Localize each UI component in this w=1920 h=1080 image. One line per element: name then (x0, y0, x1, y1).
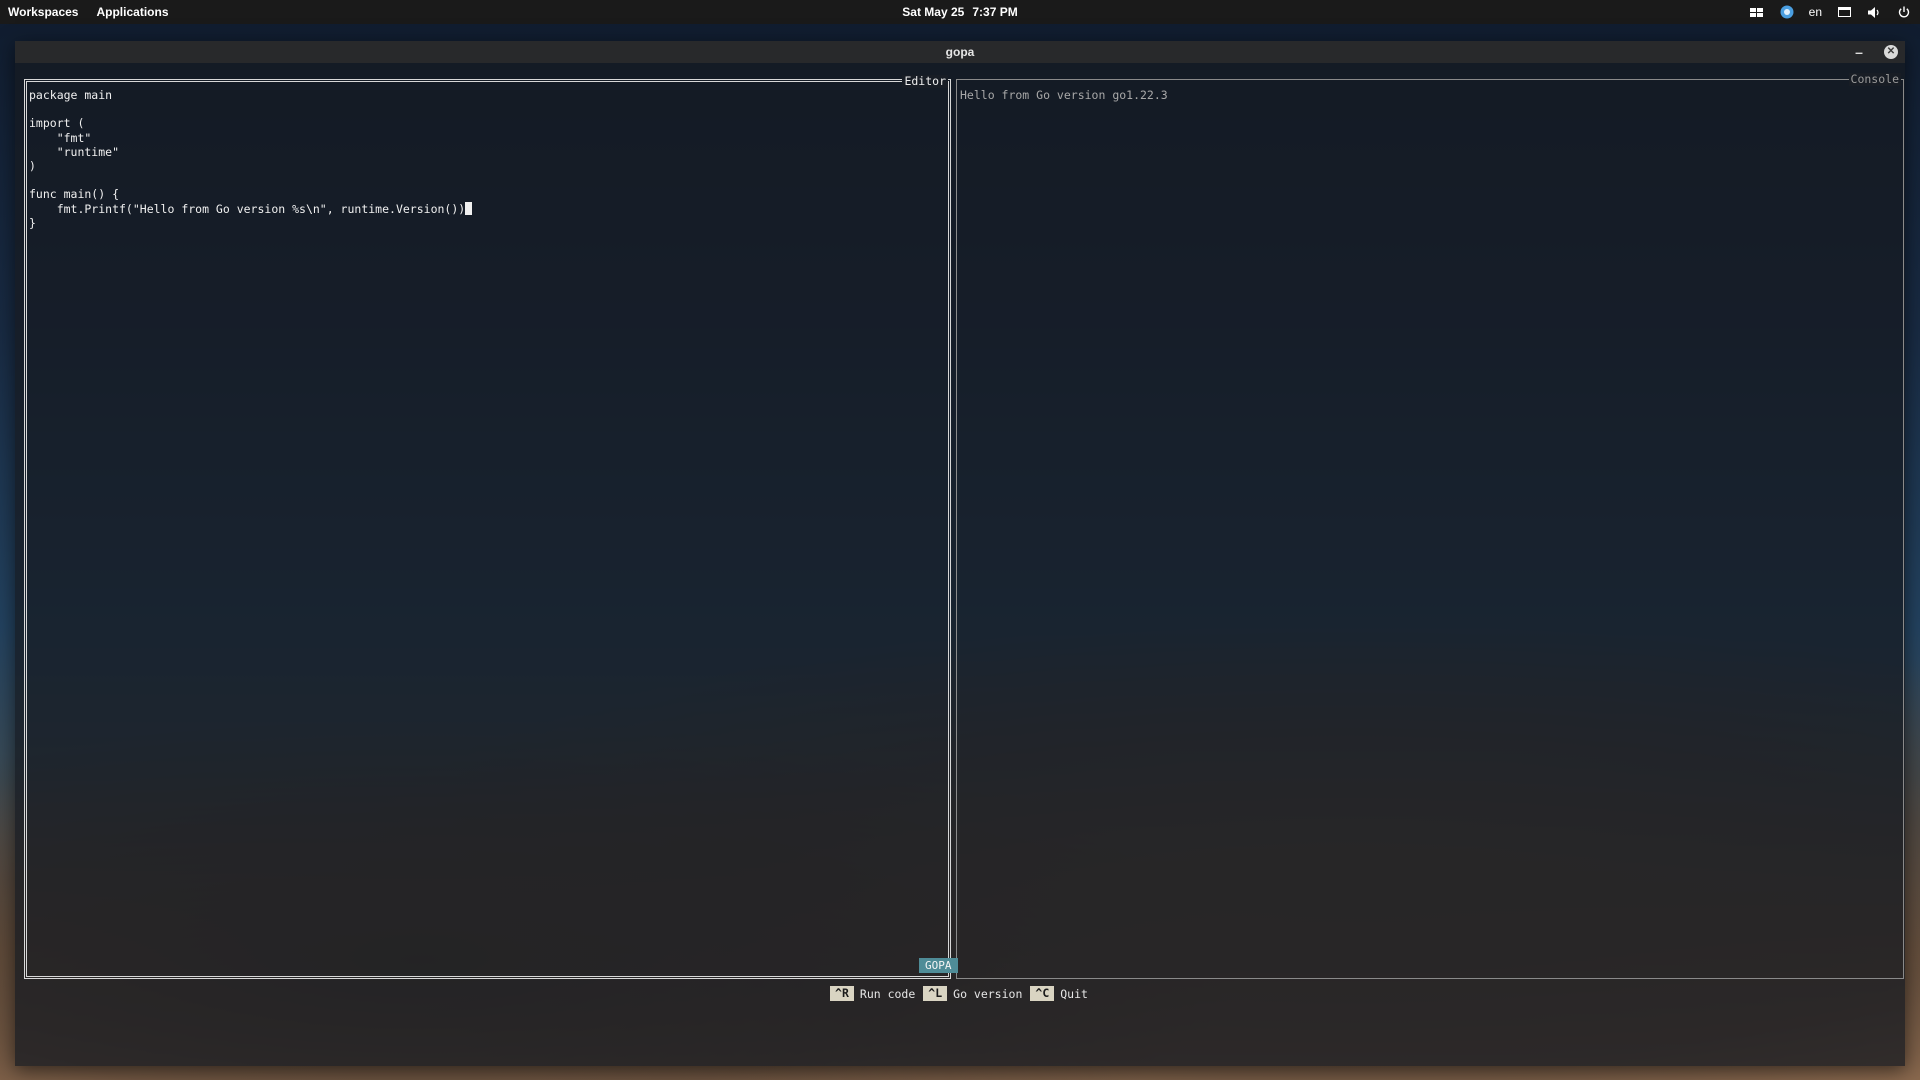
text-cursor (465, 201, 473, 215)
code-text: package main import ( "fmt" "runtime" ) … (29, 88, 466, 216)
go-version-label: Go version (953, 986, 1023, 1001)
chat-icon[interactable] (1779, 4, 1795, 20)
window-switcher-icon[interactable] (1749, 4, 1765, 20)
code-text-end: } (29, 215, 36, 230)
top-panel: Workspaces Applications Sat May 25 7:37 … (0, 0, 1920, 24)
go-version-key[interactable]: ^L (923, 986, 948, 1001)
editor-title: Editor (902, 74, 948, 88)
quit-key[interactable]: ^C (1030, 986, 1055, 1001)
clock: Sat May 25 7:37 PM (0, 0, 1920, 24)
keyboard-layout-indicator[interactable]: en (1809, 5, 1822, 19)
console-output: Hello from Go version go1.22.3 (960, 88, 1168, 102)
close-button[interactable]: ✕ (1884, 45, 1898, 59)
workspaces-menu[interactable]: Workspaces (8, 5, 78, 19)
clock-date[interactable]: Sat May 25 (902, 5, 964, 19)
console-pane[interactable]: Console Hello from Go version go1.22.3 (956, 73, 1904, 979)
panel-left: Workspaces Applications (0, 5, 169, 19)
applications-menu[interactable]: Applications (96, 5, 168, 19)
minimize-button[interactable]: – (1851, 44, 1867, 60)
app-name-badge: GOPA (919, 958, 958, 973)
clock-time[interactable]: 7:37 PM (972, 5, 1017, 19)
volume-icon[interactable] (1866, 4, 1882, 20)
quit-label: Quit (1060, 986, 1088, 1001)
power-icon[interactable] (1896, 4, 1912, 20)
display-icon[interactable] (1836, 4, 1852, 20)
system-tray: en (1749, 0, 1912, 24)
run-code-key[interactable]: ^R (830, 986, 854, 1001)
code-editor[interactable]: package main import ( "fmt" "runtime" ) … (29, 88, 473, 230)
window-title: gopa (945, 45, 975, 59)
run-code-label: Run code (859, 986, 916, 1001)
editor-pane[interactable]: Editor package main import ( "fmt" "runt… (24, 75, 951, 979)
console-title: Console (1848, 72, 1901, 86)
shortcut-help-bar: ^R Run code ^L Go version ^C Quit (0, 986, 1920, 1001)
app-window: gopa – ✕ Editor package main import ( "f… (15, 41, 1905, 1066)
window-titlebar[interactable]: gopa – ✕ (15, 41, 1905, 63)
